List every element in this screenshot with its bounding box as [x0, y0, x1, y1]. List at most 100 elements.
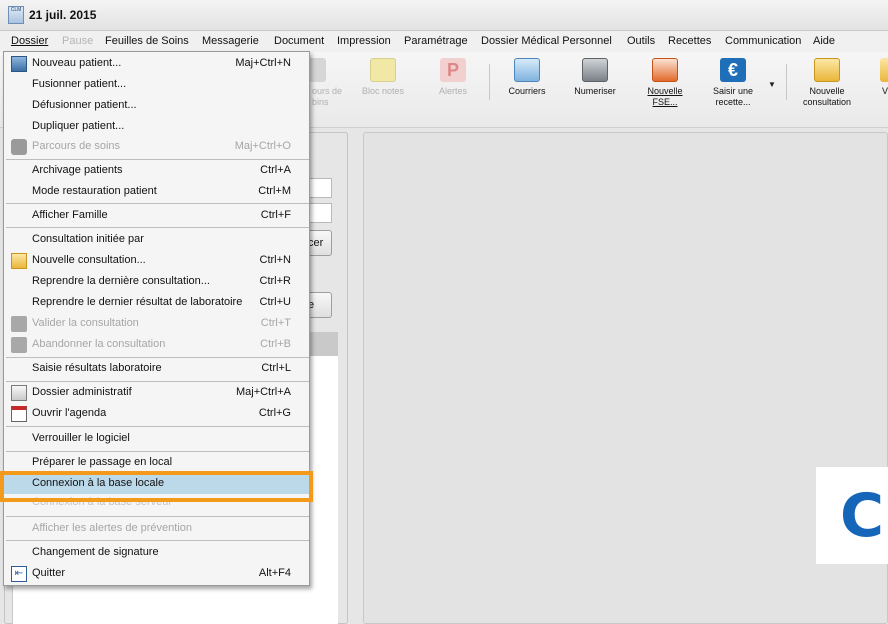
- menu-separator: [6, 227, 309, 228]
- menu-item-valider-consultation[interactable]: Valider la consultation Ctrl+T: [4, 314, 309, 334]
- toolbar-bloc-notes-button[interactable]: Bloc notes: [350, 56, 416, 118]
- toolbar-courriers-label: Courriers: [508, 86, 546, 96]
- menu-item-label: Fusionner patient...: [32, 78, 127, 90]
- menu-impression[interactable]: Impression: [337, 35, 391, 47]
- toolbar-nouvelle-fse-label: Nouvelle FSE...: [647, 86, 683, 107]
- menu-item-parcours-de-soins[interactable]: Parcours de soins Maj+Ctrl+O: [4, 137, 309, 157]
- toolbar-nouvelle-consultation-label: Nouvelle consultation: [802, 86, 852, 107]
- menu-item-shortcut: Maj+Ctrl+A: [235, 386, 291, 398]
- menu-item-reprendre-derniere-consultation[interactable]: Reprendre la dernière consultation... Ct…: [4, 272, 309, 292]
- toolbar-numeriser-label: Numeriser: [574, 86, 616, 96]
- menu-parametrage[interactable]: Paramétrage: [404, 35, 468, 47]
- toolbar-folder-button[interactable]: V: [866, 56, 888, 118]
- menu-item-preparer-passage-local[interactable]: Préparer le passage en local: [4, 453, 309, 473]
- menu-messagerie[interactable]: Messagerie: [202, 35, 259, 47]
- parcours-icon: [11, 139, 27, 155]
- menu-item-nouvelle-consultation[interactable]: Nouvelle consultation... Ctrl+N: [4, 251, 309, 271]
- menu-item-label: Consultation initiée par: [32, 233, 144, 245]
- menu-item-dossier-administratif[interactable]: Dossier administratif Maj+Ctrl+A: [4, 383, 309, 403]
- chevron-down-icon[interactable]: ▼: [768, 80, 776, 89]
- menu-item-quitter[interactable]: ⇤ Quitter Alt+F4: [4, 564, 309, 584]
- menu-item-archivage-patients[interactable]: Archivage patients Ctrl+A: [4, 161, 309, 181]
- menu-outils[interactable]: Outils: [627, 35, 655, 47]
- menu-item-ouvrir-agenda[interactable]: Ouvrir l'agenda Ctrl+G: [4, 404, 309, 424]
- list-header: [308, 332, 338, 356]
- search-field-1[interactable]: [308, 178, 332, 198]
- menu-item-shortcut: Ctrl+A: [260, 164, 291, 176]
- admin-file-icon: [11, 385, 27, 401]
- menu-item-shortcut: Ctrl+G: [258, 407, 291, 419]
- right-panel: [363, 132, 888, 624]
- brand-logo: C: [816, 467, 888, 564]
- menu-item-shortcut: Ctrl+M: [258, 185, 291, 197]
- search-field-2[interactable]: [308, 203, 332, 223]
- menu-item-afficher-famille[interactable]: Afficher Famille Ctrl+F: [4, 206, 309, 226]
- toolbar-numeriser-button[interactable]: Numeriser: [562, 56, 628, 118]
- toolbar-alertes-button[interactable]: P Alertes: [420, 56, 486, 118]
- partial-button-2[interactable]: e: [308, 292, 332, 318]
- menu-item-label: Changement de signature: [32, 546, 159, 558]
- abandon-icon: [11, 337, 27, 353]
- menu-item-shortcut: Maj+Ctrl+N: [235, 57, 291, 69]
- notes-icon: [370, 58, 396, 82]
- menu-aide[interactable]: Aide: [813, 35, 835, 47]
- folder-icon: [880, 58, 888, 82]
- menu-document[interactable]: Document: [274, 35, 324, 47]
- app-logo-icon: CLM: [8, 6, 24, 24]
- menu-item-fusionner-patient[interactable]: Fusionner patient...: [4, 75, 309, 95]
- toolbar-saisir-recette-button[interactable]: € Saisir une recette...: [700, 56, 766, 118]
- partial-button-1[interactable]: cer: [308, 230, 332, 256]
- brand-logo-letter: C: [840, 481, 885, 551]
- menu-item-shortcut: Ctrl+U: [259, 296, 291, 308]
- menu-item-changement-signature[interactable]: Changement de signature: [4, 543, 309, 563]
- menu-item-label: Abandonner la consultation: [32, 338, 166, 350]
- menu-item-label: Archivage patients: [32, 164, 123, 176]
- menu-separator: [6, 159, 309, 160]
- menu-item-consultation-initiee-par[interactable]: Consultation initiée par: [4, 230, 309, 250]
- menu-item-label: Dossier administratif: [32, 386, 132, 398]
- menu-separator: [6, 451, 309, 452]
- calendar-icon: [11, 406, 27, 422]
- menu-item-label: Préparer le passage en local: [32, 456, 173, 468]
- menu-item-nouveau-patient[interactable]: Nouveau patient... Maj+Ctrl+N: [4, 54, 309, 74]
- menu-item-label: Ouvrir l'agenda: [32, 407, 107, 419]
- dossier-menu-dropdown: Nouveau patient... Maj+Ctrl+N Fusionner …: [3, 51, 310, 586]
- menu-item-saisie-resultats-laboratoire[interactable]: Saisie résultats laboratoire Ctrl+L: [4, 359, 309, 379]
- user-icon: [11, 56, 27, 72]
- menu-dossier-medical-personnel[interactable]: Dossier Médical Personnel: [481, 35, 612, 47]
- menu-item-label: Quitter: [32, 567, 66, 579]
- toolbar-nouvelle-fse-button[interactable]: Nouvelle FSE...: [632, 56, 698, 118]
- menu-dossier[interactable]: Dossier: [11, 35, 48, 47]
- toolbar-nouvelle-consultation-button[interactable]: Nouvelle consultation: [792, 56, 862, 118]
- menu-item-defusionner-patient[interactable]: Défusionner patient...: [4, 96, 309, 116]
- menu-separator: [6, 540, 309, 541]
- menu-item-shortcut: Ctrl+R: [259, 275, 291, 287]
- menu-communication[interactable]: Communication: [725, 35, 801, 47]
- menu-item-label: Mode restauration patient: [32, 185, 157, 197]
- menu-item-label: Verrouiller le logiciel: [32, 432, 130, 444]
- menu-item-dupliquer-patient[interactable]: Dupliquer patient...: [4, 117, 309, 137]
- toolbar-alertes-label: Alertes: [438, 86, 467, 96]
- menu-item-verrouiller-logiciel[interactable]: Verrouiller le logiciel: [4, 429, 309, 449]
- validate-icon: [11, 316, 27, 332]
- toolbar-separator: [786, 64, 787, 100]
- menu-item-abandonner-consultation[interactable]: Abandonner la consultation Ctrl+B: [4, 335, 309, 355]
- menu-recettes[interactable]: Recettes: [668, 35, 711, 47]
- menu-pause[interactable]: Pause: [62, 35, 93, 47]
- menu-item-label: Reprendre la dernière consultation...: [32, 275, 210, 287]
- highlight-callout-box: [0, 471, 313, 502]
- exit-icon: ⇤: [11, 566, 27, 582]
- menu-item-afficher-alertes-prevention[interactable]: Afficher les alertes de prévention: [4, 519, 309, 539]
- menu-item-label: Dupliquer patient...: [32, 120, 125, 132]
- menu-item-shortcut: Alt+F4: [258, 567, 291, 579]
- menu-separator: [6, 426, 309, 427]
- new-folder-icon: [814, 58, 840, 82]
- toolbar-courriers-button[interactable]: Courriers: [494, 56, 560, 118]
- menu-item-reprendre-dernier-resultat[interactable]: Reprendre le dernier résultat de laborat…: [4, 293, 309, 313]
- menu-separator: [6, 516, 309, 517]
- menu-feuilles-de-soins[interactable]: Feuilles de Soins: [105, 35, 189, 47]
- menu-item-shortcut: Maj+Ctrl+O: [234, 140, 291, 152]
- menu-item-mode-restauration[interactable]: Mode restauration patient Ctrl+M: [4, 182, 309, 202]
- menu-item-label: Défusionner patient...: [32, 99, 137, 111]
- menu-item-label: Nouvelle consultation...: [32, 254, 146, 266]
